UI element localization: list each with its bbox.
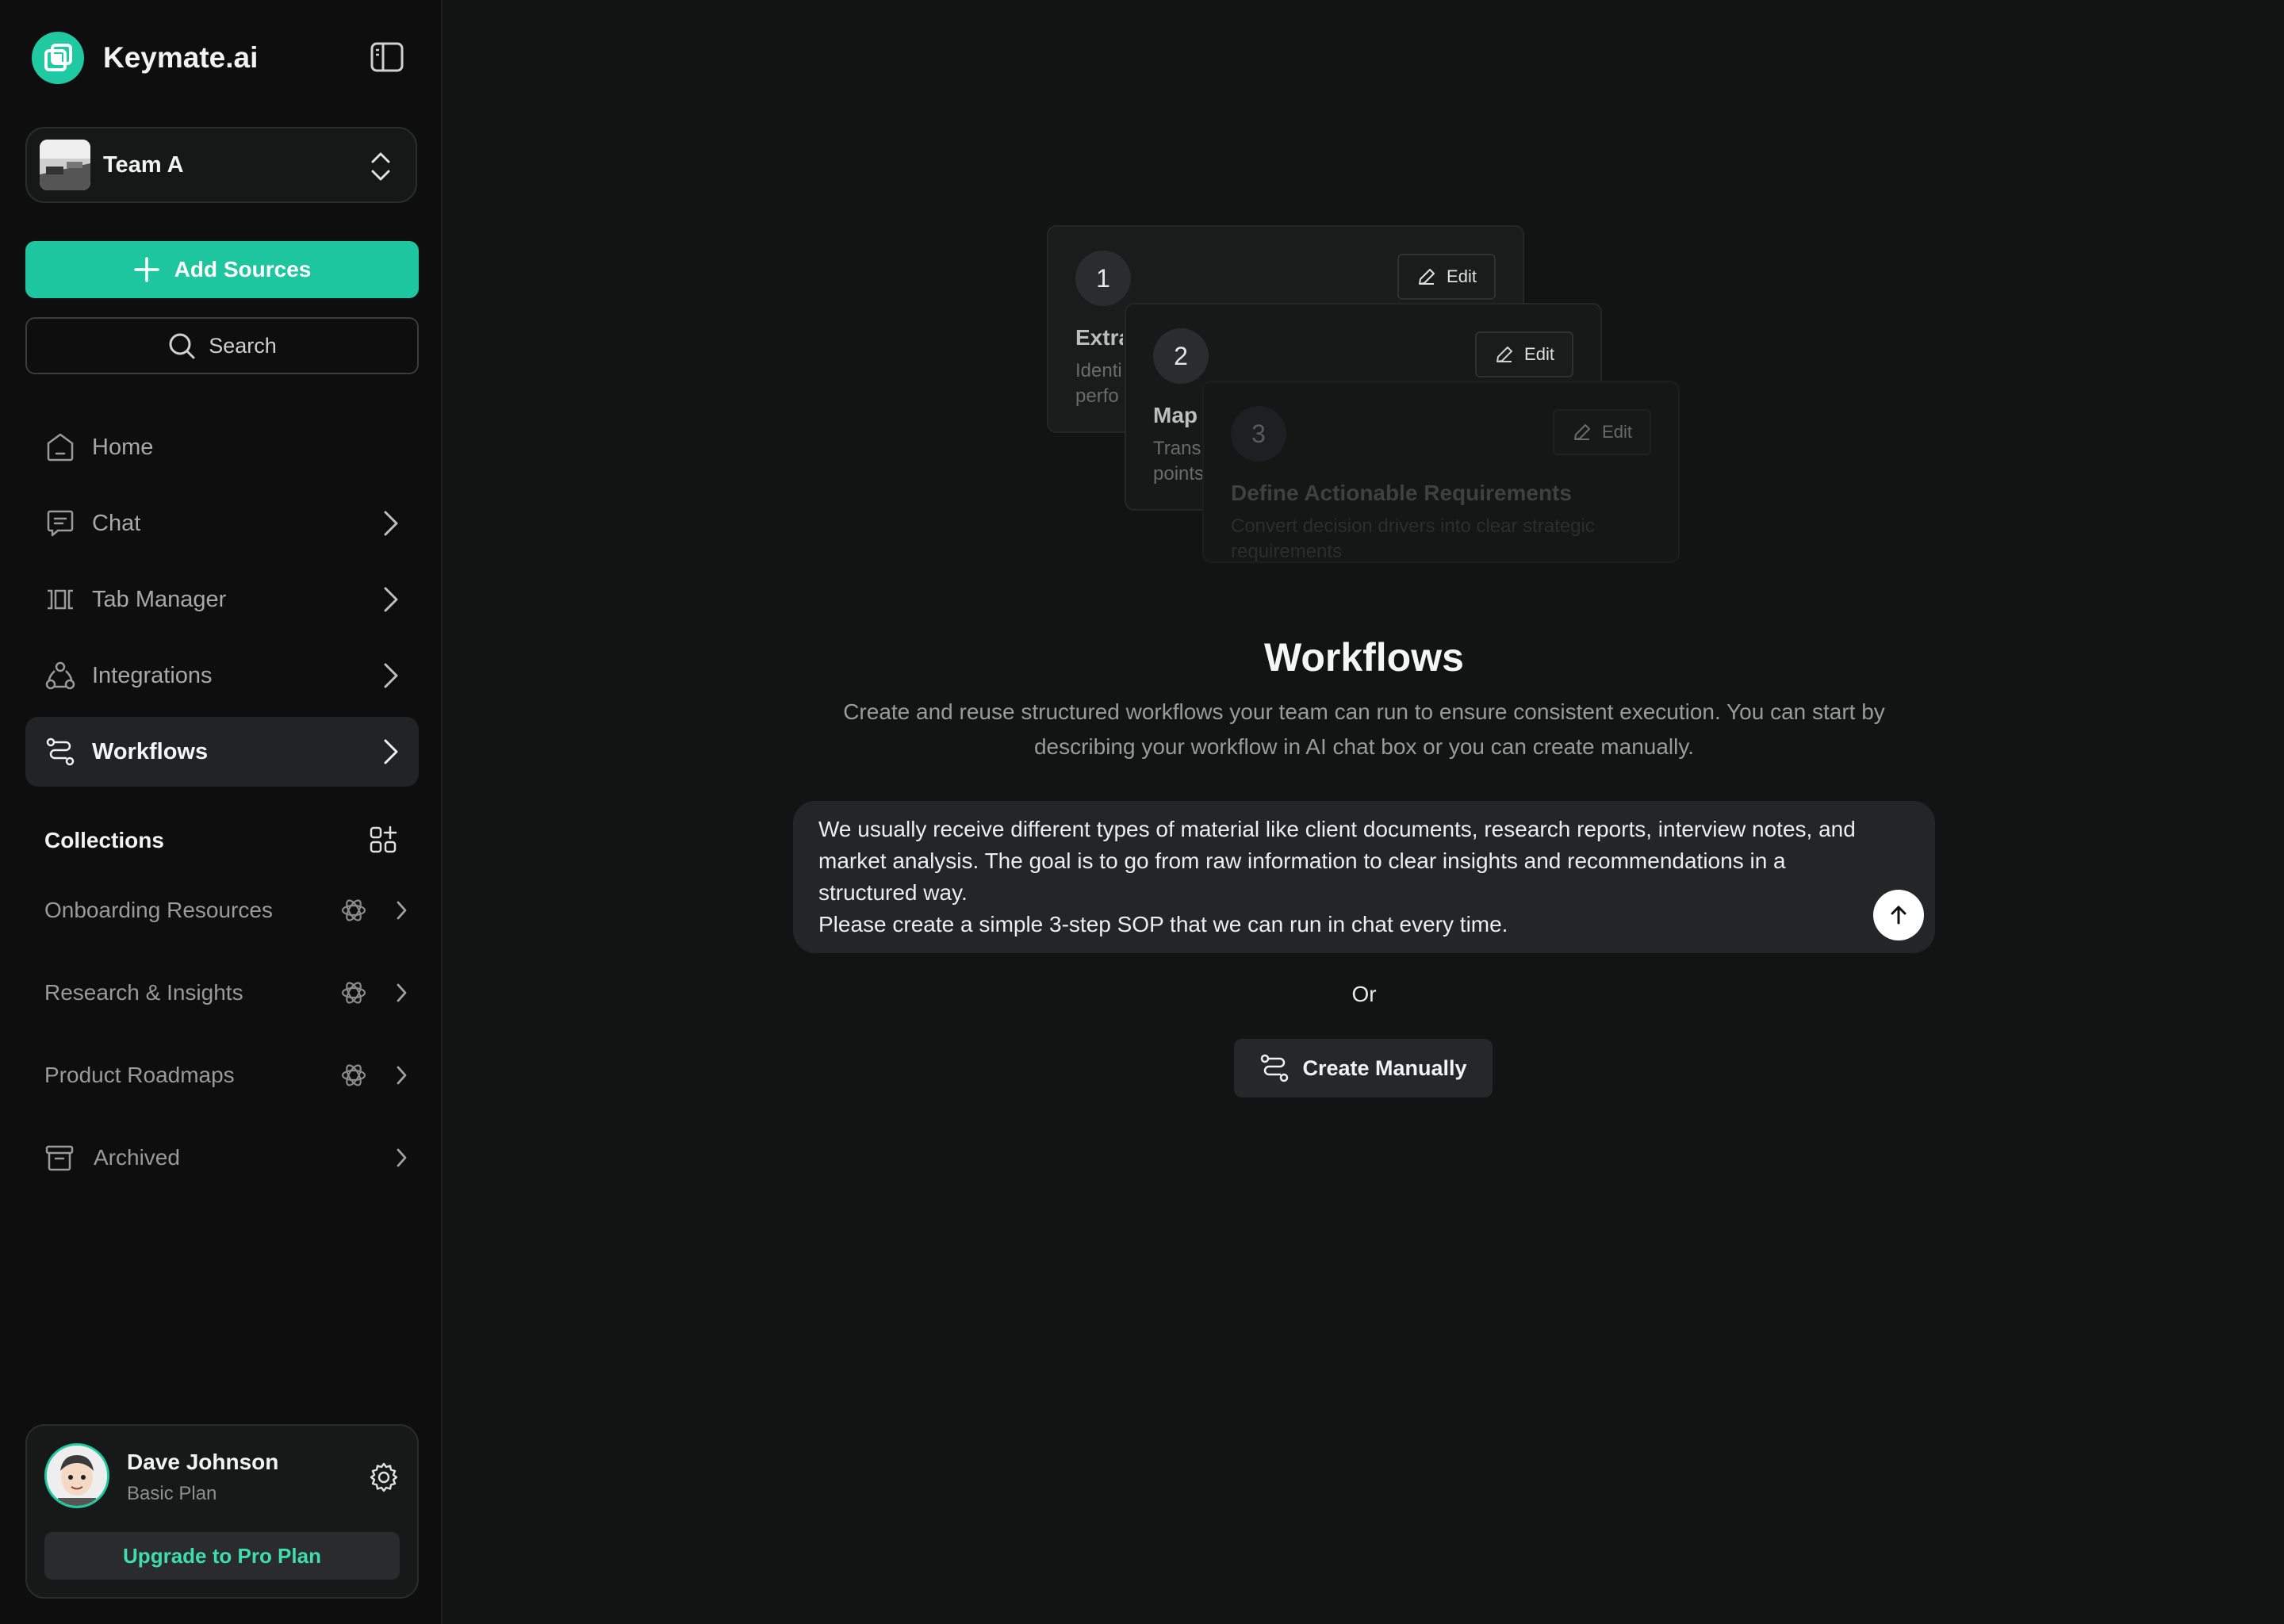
nav-label: Workflows	[92, 738, 209, 764]
add-sources-button[interactable]: Add Sources	[25, 241, 419, 298]
openai-icon	[339, 896, 368, 925]
nav-label: Home	[92, 434, 154, 460]
chevron-right-icon	[393, 1147, 409, 1169]
pencil-icon	[1496, 347, 1513, 362]
openai-icon	[339, 1061, 368, 1090]
prompt-text-line: Please create a simple 3-step SOP that w…	[818, 912, 1508, 936]
pencil-icon	[1419, 269, 1435, 285]
workflow-prompt-input[interactable]: We usually receive different types of ma…	[793, 801, 1935, 953]
step-desc: Convert decision drivers into clear stra…	[1231, 515, 1595, 562]
integrations-icon	[44, 660, 76, 691]
step-desc: Trans points	[1153, 438, 1202, 485]
preview-step-card: 3 Edit Define Actionable Requirements Co…	[1202, 381, 1680, 563]
collection-label: Onboarding Resources	[44, 898, 273, 922]
create-manually-button[interactable]: Create Manually	[1234, 1039, 1493, 1097]
edit-label: Edit	[1524, 344, 1554, 364]
archived-label: Archived	[94, 1145, 180, 1170]
search-label: Search	[209, 333, 277, 358]
nav-item-tab-manager[interactable]: Tab Manager	[25, 565, 419, 634]
arrow-up-icon	[1891, 906, 1907, 925]
page-description: Create and reuse structured workflows yo…	[843, 699, 1885, 759]
chevron-right-icon	[381, 737, 400, 766]
chevron-right-icon	[381, 509, 400, 538]
edit-label: Edit	[1447, 266, 1477, 286]
step-title: Extra	[1075, 325, 1123, 350]
archived-item[interactable]: Archived	[44, 1134, 409, 1182]
chevron-right-icon	[393, 982, 409, 1004]
send-button[interactable]	[1873, 890, 1924, 940]
archive-icon	[44, 1143, 75, 1173]
keymate-logo-icon	[32, 32, 84, 84]
collection-item-onboarding[interactable]: Onboarding Resources	[44, 887, 409, 934]
page-title: Workflows	[1264, 635, 1464, 680]
collection-label: Research & Insights	[44, 980, 243, 1005]
nav-item-integrations[interactable]: Integrations	[25, 641, 419, 710]
collection-item-research[interactable]: Research & Insights	[44, 969, 409, 1017]
chevron-right-icon	[381, 585, 400, 614]
gear-icon[interactable]	[368, 1461, 400, 1492]
nav-item-home[interactable]: Home	[25, 412, 419, 482]
plus-icon	[133, 257, 159, 282]
openai-icon	[339, 979, 368, 1007]
step-number: 1	[1075, 251, 1131, 306]
chevron-right-icon	[381, 661, 400, 690]
chevron-right-icon	[393, 1064, 409, 1086]
chat-icon	[44, 508, 76, 539]
pencil-icon	[1574, 424, 1591, 440]
nav-item-chat[interactable]: Chat	[25, 488, 419, 558]
team-name: Team A	[103, 151, 184, 178]
user-plan: Basic Plan	[127, 1483, 217, 1504]
step-title: Define Actionable Requirements	[1231, 481, 1572, 505]
upgrade-button[interactable]: Upgrade to Pro Plan	[44, 1532, 400, 1580]
team-switcher[interactable]: Team A	[25, 127, 417, 203]
step-number: 2	[1153, 328, 1209, 384]
chevron-right-icon	[393, 899, 409, 921]
nav-label: Chat	[92, 510, 141, 536]
collection-item-roadmaps[interactable]: Product Roadmaps	[44, 1051, 409, 1099]
prompt-text-line: We usually receive different types of ma…	[818, 817, 1856, 905]
sidebar-toggle-icon[interactable]	[368, 38, 406, 76]
team-avatar	[40, 140, 90, 190]
search-button[interactable]: Search	[25, 317, 419, 374]
create-manually-label: Create Manually	[1302, 1055, 1467, 1080]
home-icon	[44, 431, 76, 463]
nav-item-workflows[interactable]: Workflows	[25, 717, 419, 787]
user-card: Dave Johnson Basic Plan Upgrade to Pro P…	[25, 1424, 419, 1599]
brand[interactable]: Keymate.ai	[32, 30, 258, 86]
workflows-icon	[1261, 1054, 1289, 1082]
or-separator: Or	[1351, 982, 1377, 1006]
sidebar: Keymate.ai Team A Add Sources Search Hom…	[0, 0, 443, 1624]
step-number: 3	[1231, 406, 1286, 462]
nav-label: Integrations	[92, 662, 213, 688]
workflows-icon	[44, 736, 76, 768]
user-name: Dave Johnson	[127, 1450, 279, 1474]
nav-label: Tab Manager	[92, 586, 227, 612]
app-name: Keymate.ai	[103, 41, 259, 74]
step-title: Map	[1153, 403, 1198, 427]
edit-button[interactable]: Edit	[1397, 254, 1496, 300]
collection-label: Product Roadmaps	[44, 1063, 235, 1087]
chevron-up-down-icon	[370, 149, 392, 184]
add-collection-icon[interactable]	[368, 825, 400, 856]
tab-manager-icon	[44, 584, 76, 615]
search-icon	[169, 333, 195, 359]
collections-title: Collections	[44, 828, 164, 852]
edit-button[interactable]: Edit	[1553, 409, 1651, 455]
add-sources-label: Add Sources	[174, 257, 312, 282]
step-desc: Identi perfo	[1075, 360, 1122, 407]
avatar[interactable]	[44, 1443, 109, 1508]
edit-label: Edit	[1602, 422, 1632, 442]
edit-button[interactable]: Edit	[1475, 331, 1573, 377]
